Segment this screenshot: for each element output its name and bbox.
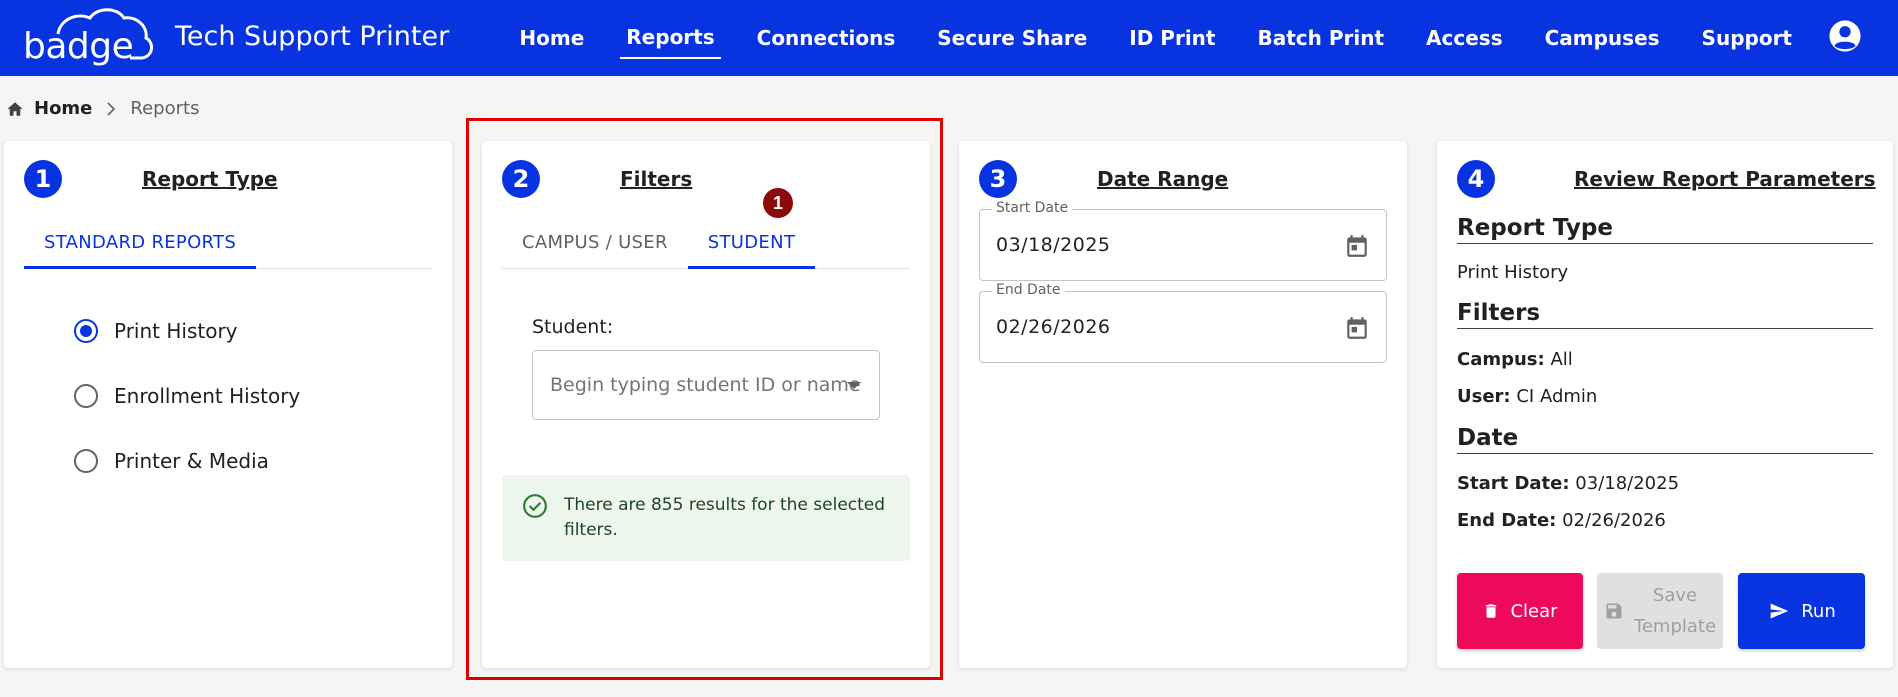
save-icon <box>1606 603 1622 619</box>
nav-support[interactable]: Support <box>1696 18 1798 58</box>
run-label: Run <box>1801 600 1836 622</box>
save-template-button[interactable]: Save Template <box>1597 573 1723 649</box>
breadcrumb: Home Reports <box>6 98 199 119</box>
notification-badge: 1 <box>763 188 793 218</box>
filters-tabs: CAMPUS / USER STUDENT <box>502 217 910 269</box>
campus-value: All <box>1550 349 1573 370</box>
start-date-param-value: 03/18/2025 <box>1575 473 1680 494</box>
student-label: Student: <box>532 316 614 338</box>
date-range-card: 3 Date Range Start Date 03/18/2025 End D… <box>959 141 1407 668</box>
step-number-1: 1 <box>24 160 62 198</box>
report-type-title: Report Type <box>142 167 278 191</box>
start-date-label: Start Date <box>992 200 1073 216</box>
end-date-value: 02/26/2026 <box>996 316 1111 338</box>
radio-checked-icon[interactable] <box>74 319 98 343</box>
step-number-3: 3 <box>979 160 1017 198</box>
send-icon <box>1770 603 1789 619</box>
date-heading: Date <box>1457 425 1873 454</box>
option-enrollment-history[interactable]: Enrollment History <box>74 384 300 408</box>
end-date-param: End Date: 02/26/2026 <box>1457 510 1666 531</box>
step-number-2: 2 <box>502 160 540 198</box>
option-label: Printer & Media <box>114 449 269 473</box>
start-date-value: 03/18/2025 <box>996 234 1111 256</box>
breadcrumb-home[interactable]: Home <box>34 98 92 119</box>
student-autocomplete[interactable]: Begin typing student ID or name <box>532 350 880 420</box>
option-label: Print History <box>114 319 238 343</box>
end-date-field[interactable]: End Date 02/26/2026 <box>979 282 1387 363</box>
option-label: Enrollment History <box>114 384 301 408</box>
tab-campus-user[interactable]: CAMPUS / USER <box>502 217 688 269</box>
user-param: User: CI Admin <box>1457 386 1597 407</box>
trash-icon <box>1486 604 1497 618</box>
clear-label: Clear <box>1510 600 1558 622</box>
campus-key: Campus: <box>1457 349 1545 370</box>
start-date-key: Start Date: <box>1457 473 1570 494</box>
app-title: Tech Support Printer <box>175 21 450 52</box>
review-parameters-card: 4 Review Report Parameters Report Type P… <box>1437 141 1893 668</box>
review-title: Review Report Parameters <box>1574 167 1876 191</box>
step-number-4: 4 <box>1457 160 1495 198</box>
logo-text: badge <box>23 26 134 67</box>
nav-id-print[interactable]: ID Print <box>1123 18 1221 58</box>
save-template-label: Save Template <box>1634 580 1716 642</box>
run-button[interactable]: Run <box>1738 573 1865 649</box>
report-type-heading: Report Type <box>1457 215 1873 244</box>
calendar-icon[interactable] <box>1344 232 1370 260</box>
nav-connections[interactable]: Connections <box>751 18 902 58</box>
start-date-field[interactable]: Start Date 03/18/2025 <box>979 200 1387 281</box>
top-app-bar: badge Tech Support Printer Home Reports … <box>0 0 1898 76</box>
nav-secure-share[interactable]: Secure Share <box>931 18 1093 58</box>
main-nav: Home Reports Connections Secure Share ID… <box>483 0 1798 76</box>
filters-card: 2 Filters 1 CAMPUS / USER STUDENT Studen… <box>482 141 930 668</box>
filters-heading: Filters <box>1457 300 1873 329</box>
end-date-param-value: 02/26/2026 <box>1562 510 1666 531</box>
radio-unchecked-icon[interactable] <box>74 449 98 473</box>
report-type-value: Print History <box>1457 262 1569 283</box>
user-key: User: <box>1457 386 1511 407</box>
account-circle-icon[interactable] <box>1828 19 1862 53</box>
nav-campuses[interactable]: Campuses <box>1539 18 1666 58</box>
save-label-line2: Template <box>1633 616 1717 637</box>
badge-logo[interactable]: badge <box>18 4 158 72</box>
option-print-history[interactable]: Print History <box>74 319 238 343</box>
alert-text: There are 855 results for the selected f… <box>564 495 886 540</box>
calendar-icon[interactable] <box>1344 314 1370 342</box>
nav-access[interactable]: Access <box>1420 18 1509 58</box>
tab-standard-reports[interactable]: STANDARD REPORTS <box>24 217 257 269</box>
chevron-right-icon <box>107 101 116 116</box>
filters-title: Filters <box>620 167 693 191</box>
results-alert: There are 855 results for the selected f… <box>502 475 910 561</box>
check-circle-icon <box>523 494 547 518</box>
campus-param: Campus: All <box>1457 349 1573 370</box>
home-icon <box>7 101 23 116</box>
tab-student[interactable]: STUDENT <box>687 217 816 269</box>
nav-reports[interactable]: Reports <box>620 17 721 59</box>
clear-button[interactable]: Clear <box>1457 573 1583 649</box>
nav-batch-print[interactable]: Batch Print <box>1251 18 1390 58</box>
dropdown-arrow-icon[interactable] <box>847 382 861 389</box>
breadcrumb-current: Reports <box>130 98 200 119</box>
end-date-label: End Date <box>992 282 1065 298</box>
start-date-param: Start Date: 03/18/2025 <box>1457 473 1679 494</box>
student-placeholder: Begin typing student ID or name <box>550 374 861 396</box>
date-range-title: Date Range <box>1097 167 1229 191</box>
report-type-card: 1 Report Type STANDARD REPORTS Print His… <box>4 141 452 668</box>
report-type-tabs: STANDARD REPORTS <box>24 217 432 269</box>
end-date-key: End Date: <box>1457 510 1557 531</box>
user-value: CI Admin <box>1516 386 1598 407</box>
radio-unchecked-icon[interactable] <box>74 384 98 408</box>
save-label-line1: Save <box>1652 585 1698 606</box>
nav-home[interactable]: Home <box>513 18 590 58</box>
option-printer-media[interactable]: Printer & Media <box>74 449 269 473</box>
